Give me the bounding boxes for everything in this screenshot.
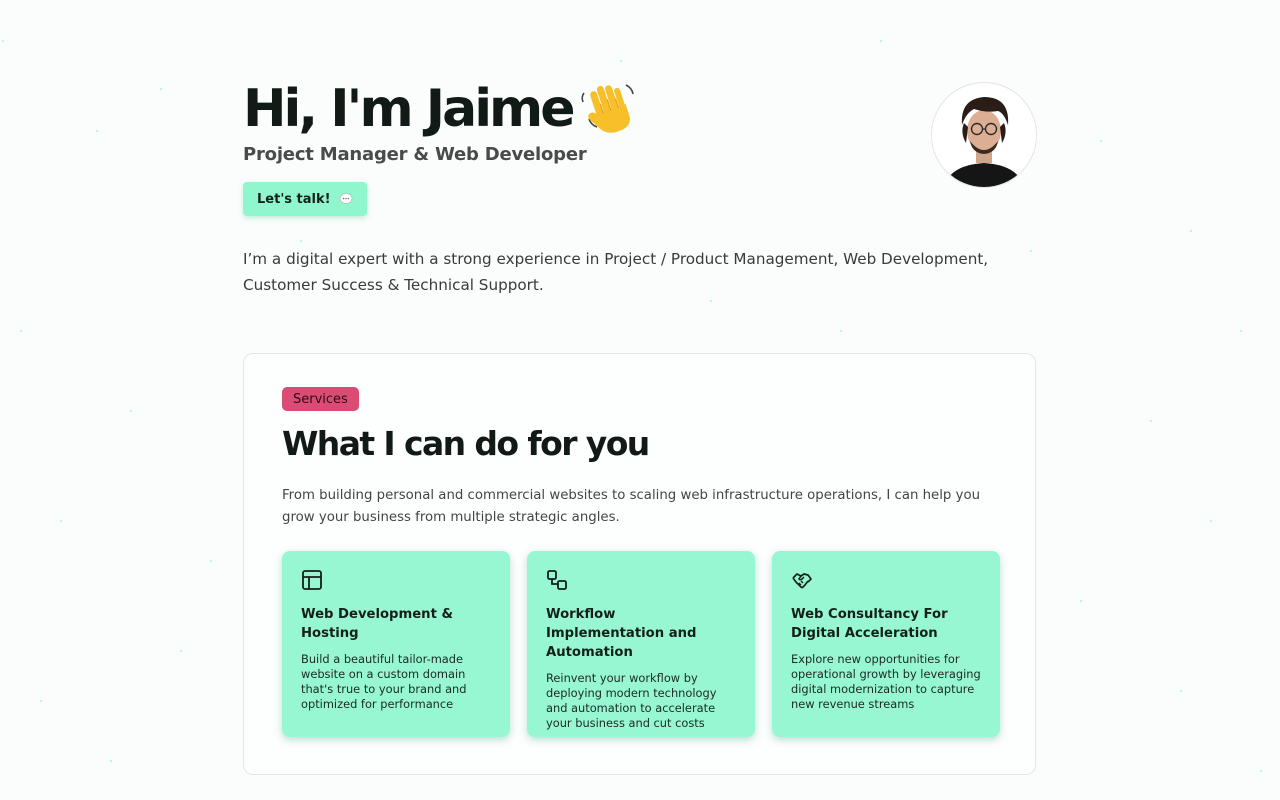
avatar-photo bbox=[932, 83, 1036, 187]
hero-title-text: Hi, I'm Jaime bbox=[243, 79, 575, 139]
layout-icon bbox=[302, 570, 322, 590]
service-title: Workflow Implementation and Automation bbox=[546, 607, 697, 660]
service-text: Reinvent your workflow by deploying mode… bbox=[546, 671, 717, 730]
hero-subtitle: Project Manager & Web Developer bbox=[243, 144, 587, 165]
service-card-consultancy[interactable]: Web Consultancy For Digital Acceleration… bbox=[772, 551, 1000, 737]
hero-section: Hi, I'm Jaime Project Manager & Web Deve… bbox=[243, 76, 1043, 313]
services-badge: Services bbox=[282, 387, 359, 411]
services-description: From building personal and commercial we… bbox=[282, 488, 981, 526]
service-title: Web Development & Hosting bbox=[301, 607, 453, 641]
page: Hi, I'm Jaime Project Manager & Web Deve… bbox=[0, 0, 1280, 800]
lets-talk-label: Let's talk! bbox=[257, 191, 331, 207]
service-title: Web Consultancy For Digital Acceleration bbox=[791, 607, 948, 641]
speech-bubble-icon bbox=[339, 193, 352, 204]
services-section: Services What I can do for you From buil… bbox=[243, 353, 1036, 775]
intro-paragraph: I’m a digital expert with a strong exper… bbox=[243, 250, 989, 294]
services-heading: What I can do for you bbox=[282, 424, 650, 463]
service-text: Build a beautiful tailor-made website on… bbox=[301, 652, 467, 711]
service-card-web-development[interactable]: Web Development & Hosting Build a beauti… bbox=[282, 551, 510, 737]
lets-talk-button[interactable]: Let's talk! bbox=[243, 182, 367, 216]
service-card-workflow[interactable]: Workflow Implementation and Automation R… bbox=[527, 551, 755, 737]
avatar bbox=[932, 83, 1036, 187]
service-cards: Web Development & Hosting Build a beauti… bbox=[282, 551, 1000, 737]
workflow-icon bbox=[547, 570, 567, 590]
handshake-icon bbox=[792, 573, 812, 589]
service-text: Explore new opportunities for operationa… bbox=[791, 652, 981, 711]
hero-heading: Hi, I'm Jaime bbox=[243, 76, 1043, 142]
waving-hand-icon bbox=[581, 84, 635, 133]
